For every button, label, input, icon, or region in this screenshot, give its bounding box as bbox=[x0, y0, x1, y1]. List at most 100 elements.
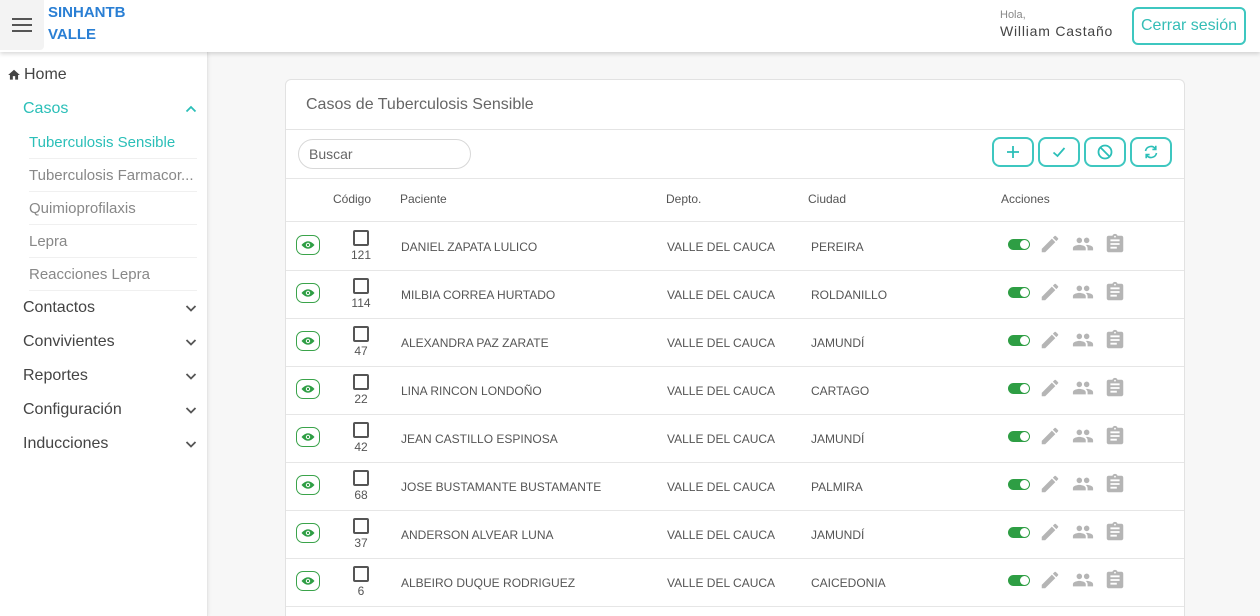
column-header-acciones: Acciones bbox=[1001, 192, 1050, 206]
pencil-icon bbox=[1041, 427, 1059, 445]
add-button[interactable] bbox=[992, 137, 1034, 167]
row-checkbox[interactable] bbox=[353, 518, 369, 534]
sidebar-item-tuberculosis-sensible[interactable]: Tuberculosis Sensible bbox=[29, 126, 197, 159]
edit-button[interactable] bbox=[1039, 521, 1061, 543]
sidebar-item-lepra[interactable]: Lepra bbox=[29, 225, 197, 258]
row-checkbox[interactable] bbox=[353, 422, 369, 438]
pencil-icon bbox=[1041, 331, 1059, 349]
view-button[interactable] bbox=[296, 427, 320, 447]
report-button[interactable] bbox=[1104, 329, 1126, 351]
eye-icon bbox=[301, 481, 315, 489]
sidebar-section-inducciones[interactable]: Inducciones bbox=[23, 432, 203, 456]
row-checkbox[interactable] bbox=[353, 278, 369, 294]
patient-name: ANDERSON ALVEAR LUNA bbox=[401, 528, 554, 542]
contacts-button[interactable] bbox=[1072, 425, 1094, 447]
logout-button[interactable]: Cerrar sesión bbox=[1132, 7, 1246, 45]
clipboard-icon bbox=[1106, 377, 1124, 397]
top-bar: SINHANTB VALLE Hola, William Castaño Cer… bbox=[0, 0, 1260, 52]
pencil-icon bbox=[1041, 523, 1059, 541]
contacts-button[interactable] bbox=[1072, 281, 1094, 303]
search-input[interactable] bbox=[298, 139, 471, 169]
edit-button[interactable] bbox=[1039, 473, 1061, 495]
active-toggle[interactable] bbox=[1008, 287, 1030, 298]
row-checkbox[interactable] bbox=[353, 470, 369, 486]
section-label: Convivientes bbox=[23, 333, 115, 350]
sidebar-item-reacciones-lepra[interactable]: Reacciones Lepra bbox=[29, 258, 197, 291]
block-icon bbox=[1097, 144, 1113, 160]
sidebar-item-home[interactable]: Home bbox=[7, 66, 67, 84]
row-checkbox[interactable] bbox=[353, 326, 369, 342]
sidebar-item-quimioprofilaxis[interactable]: Quimioprofilaxis bbox=[29, 192, 197, 225]
sidebar: Home Casos Tuberculosis Sensible Tubercu… bbox=[0, 52, 208, 616]
contacts-button[interactable] bbox=[1072, 233, 1094, 255]
active-toggle[interactable] bbox=[1008, 575, 1030, 586]
clipboard-icon bbox=[1106, 329, 1124, 349]
edit-button[interactable] bbox=[1039, 233, 1061, 255]
patient-name: JOSE BUSTAMANTE BUSTAMANTE bbox=[401, 480, 602, 494]
sidebar-section-convivientes[interactable]: Convivientes bbox=[23, 330, 203, 354]
active-toggle[interactable] bbox=[1008, 239, 1030, 250]
view-button[interactable] bbox=[296, 523, 320, 543]
column-header-codigo[interactable]: Código bbox=[333, 192, 371, 206]
edit-button[interactable] bbox=[1039, 329, 1061, 351]
report-button[interactable] bbox=[1104, 569, 1126, 591]
sidebar-section-reportes[interactable]: Reportes bbox=[23, 364, 203, 388]
patient-name: DANIEL ZAPATA LULICO bbox=[401, 240, 538, 254]
column-header-depto[interactable]: Depto. bbox=[666, 192, 701, 206]
active-toggle[interactable] bbox=[1008, 527, 1030, 538]
view-button[interactable] bbox=[296, 475, 320, 495]
row-checkbox[interactable] bbox=[353, 374, 369, 390]
department: VALLE DEL CAUCA bbox=[667, 288, 776, 302]
view-button[interactable] bbox=[296, 331, 320, 351]
view-button[interactable] bbox=[296, 235, 320, 255]
contacts-button[interactable] bbox=[1072, 377, 1094, 399]
user-name: William Castaño bbox=[1000, 23, 1114, 39]
contacts-button[interactable] bbox=[1072, 329, 1094, 351]
sidebar-section-casos[interactable]: Casos bbox=[23, 97, 203, 121]
chevron-down-icon bbox=[185, 339, 197, 346]
report-button[interactable] bbox=[1104, 425, 1126, 447]
people-icon bbox=[1072, 285, 1094, 299]
column-header-paciente[interactable]: Paciente bbox=[400, 192, 447, 206]
people-icon bbox=[1072, 477, 1094, 491]
table-row: 114 MILBIA CORREA HURTADO VALLE DEL CAUC… bbox=[286, 271, 1184, 319]
cases-card: Casos de Tuberculosis Sensible Código Pa… bbox=[285, 79, 1185, 616]
clipboard-icon bbox=[1106, 569, 1124, 589]
table-row: 121 DANIEL ZAPATA LULICO VALLE DEL CAUCA… bbox=[286, 223, 1184, 271]
sync-button[interactable] bbox=[1130, 137, 1172, 167]
report-button[interactable] bbox=[1104, 377, 1126, 399]
contacts-button[interactable] bbox=[1072, 569, 1094, 591]
edit-button[interactable] bbox=[1039, 425, 1061, 447]
sidebar-section-configuracion[interactable]: Configuración bbox=[23, 398, 203, 422]
edit-button[interactable] bbox=[1039, 569, 1061, 591]
contacts-button[interactable] bbox=[1072, 521, 1094, 543]
case-code: 121 bbox=[350, 248, 372, 262]
case-code: 22 bbox=[354, 392, 368, 406]
block-button[interactable] bbox=[1084, 137, 1126, 167]
brand-line2: VALLE bbox=[48, 26, 97, 43]
active-toggle[interactable] bbox=[1008, 479, 1030, 490]
report-button[interactable] bbox=[1104, 281, 1126, 303]
contacts-button[interactable] bbox=[1072, 473, 1094, 495]
sidebar-section-contactos[interactable]: Contactos bbox=[23, 296, 203, 320]
view-button[interactable] bbox=[296, 571, 320, 591]
active-toggle[interactable] bbox=[1008, 431, 1030, 442]
active-toggle[interactable] bbox=[1008, 383, 1030, 394]
edit-button[interactable] bbox=[1039, 281, 1061, 303]
view-button[interactable] bbox=[296, 379, 320, 399]
edit-button[interactable] bbox=[1039, 377, 1061, 399]
report-button[interactable] bbox=[1104, 521, 1126, 543]
active-toggle[interactable] bbox=[1008, 335, 1030, 346]
report-button[interactable] bbox=[1104, 233, 1126, 255]
view-button[interactable] bbox=[296, 283, 320, 303]
column-header-ciudad[interactable]: Ciudad bbox=[808, 192, 846, 206]
report-button[interactable] bbox=[1104, 473, 1126, 495]
brand-logo[interactable]: SINHANTB VALLE bbox=[48, 2, 126, 46]
row-checkbox[interactable] bbox=[353, 230, 369, 246]
city: JAMUNDÍ bbox=[811, 528, 865, 542]
chevron-down-icon bbox=[185, 441, 197, 448]
menu-icon[interactable] bbox=[0, 0, 44, 50]
sidebar-item-tuberculosis-farmacorresistente[interactable]: Tuberculosis Farmacor... bbox=[29, 159, 197, 192]
approve-button[interactable] bbox=[1038, 137, 1080, 167]
row-checkbox[interactable] bbox=[353, 566, 369, 582]
